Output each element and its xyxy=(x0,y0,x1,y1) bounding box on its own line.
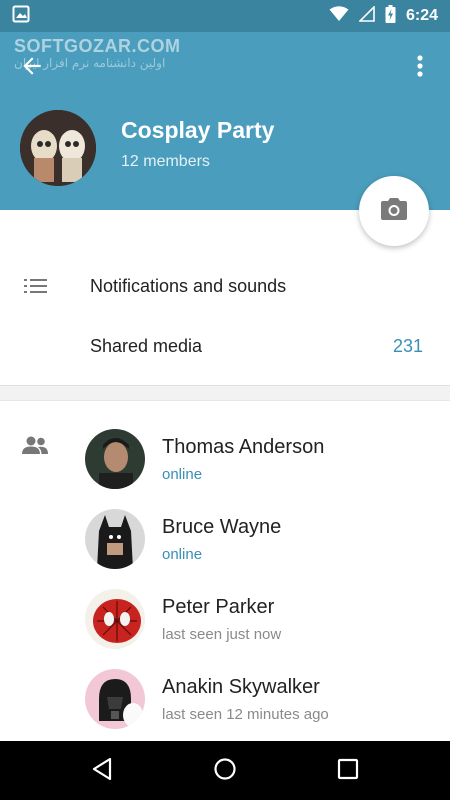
arrow-back-icon xyxy=(19,53,45,83)
group-title: Cosplay Party xyxy=(121,117,275,143)
notifications-row[interactable]: Notifications and sounds xyxy=(0,256,450,316)
avatar xyxy=(85,509,145,569)
nav-home-button[interactable] xyxy=(201,747,249,795)
more-options-button[interactable] xyxy=(402,50,438,86)
nav-recents-button[interactable] xyxy=(324,747,372,795)
system-nav-bar xyxy=(0,741,450,800)
member-row[interactable]: Thomas Anderson online xyxy=(0,421,450,501)
member-status: last seen 12 minutes ago xyxy=(162,706,329,723)
avatar xyxy=(85,589,145,649)
group-member-count: 12 members xyxy=(121,153,210,170)
image-icon xyxy=(12,5,30,27)
shared-media-row[interactable]: Shared media 231 xyxy=(0,316,450,376)
member-row[interactable]: Anakin Skywalker last seen 12 minutes ag… xyxy=(0,661,450,741)
member-status: online xyxy=(162,466,203,483)
triangle-back-icon xyxy=(91,757,113,785)
more-vert-icon xyxy=(416,54,424,82)
member-status: last seen just now xyxy=(162,626,282,643)
member-name: Bruce Wayne xyxy=(162,516,282,538)
signal-icon xyxy=(358,5,375,26)
camera-icon xyxy=(380,197,408,225)
group-avatar[interactable] xyxy=(20,110,96,186)
status-bar: 6:24 xyxy=(0,0,450,32)
list-icon xyxy=(22,278,50,294)
members-section: Thomas Anderson online Bruce Wayne onlin… xyxy=(0,401,450,741)
section-divider xyxy=(0,385,450,401)
member-row[interactable]: Bruce Wayne online xyxy=(0,501,450,581)
member-name: Anakin Skywalker xyxy=(162,676,320,698)
avatar xyxy=(85,429,145,489)
member-name: Peter Parker xyxy=(162,596,275,618)
shared-media-label: Shared media xyxy=(90,335,203,356)
back-button[interactable] xyxy=(14,50,50,86)
square-recents-icon xyxy=(337,758,359,784)
member-name: Thomas Anderson xyxy=(162,436,325,458)
wifi-icon xyxy=(329,6,349,26)
status-right: 6:24 xyxy=(329,5,438,27)
set-photo-button[interactable] xyxy=(359,176,429,246)
battery-charging-icon xyxy=(385,5,396,27)
nav-back-button[interactable] xyxy=(78,747,126,795)
notifications-label: Notifications and sounds xyxy=(90,275,287,296)
shared-media-count: 231 xyxy=(392,335,423,356)
circle-home-icon xyxy=(213,757,237,785)
member-row[interactable]: Peter Parker last seen just now xyxy=(0,581,450,661)
avatar xyxy=(85,669,145,729)
status-time: 6:24 xyxy=(405,7,438,24)
member-status: online xyxy=(162,546,203,563)
